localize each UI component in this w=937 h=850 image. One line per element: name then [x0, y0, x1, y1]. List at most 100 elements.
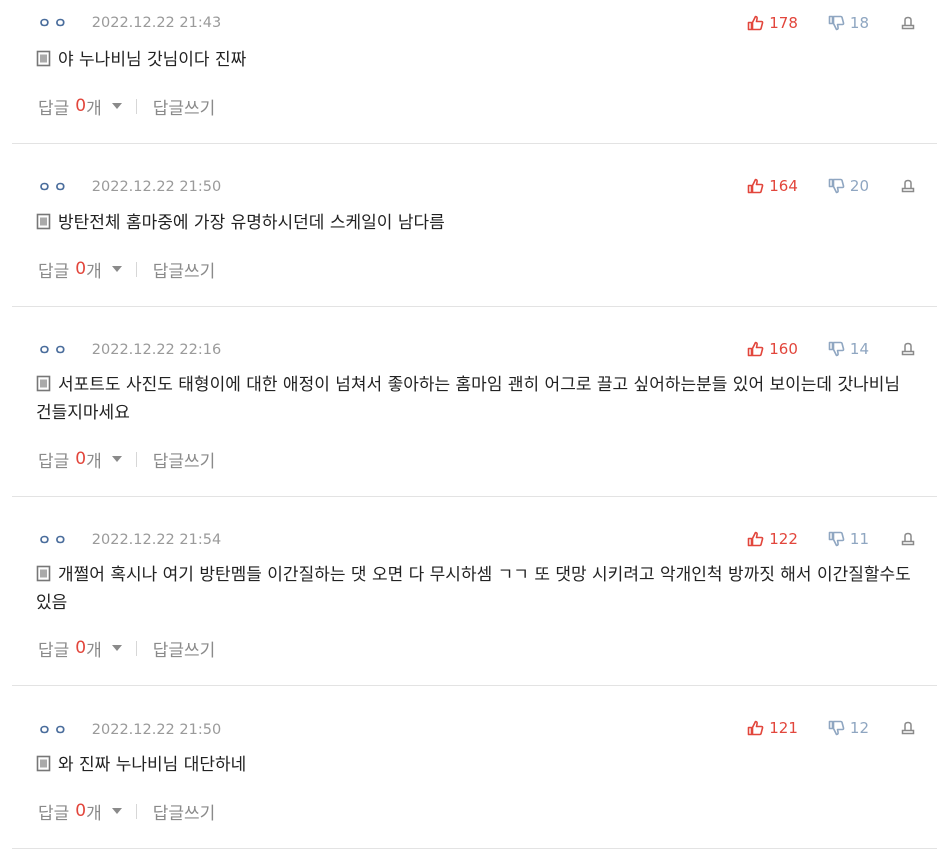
- upvote-count: 160: [769, 340, 798, 358]
- write-reply-button[interactable]: 답글쓰기: [153, 94, 216, 119]
- upvote-button[interactable]: 122: [747, 530, 798, 548]
- reply-label: 답글: [38, 803, 70, 824]
- upvote-count: 122: [769, 530, 798, 548]
- vote-group: 160 14: [747, 338, 915, 360]
- divider: [135, 98, 137, 114]
- comment-nickname[interactable]: ㅇㅇ: [38, 720, 70, 740]
- report-button[interactable]: [901, 342, 915, 356]
- thumbs-up-icon: [747, 178, 764, 194]
- upvote-button[interactable]: 121: [747, 719, 798, 737]
- comment-item: ㅇㅇ 2022.12.22 21:50 164 20 방탄전체 홈마중에 가장 …: [12, 144, 937, 307]
- comment-nickname[interactable]: ㅇㅇ: [38, 340, 70, 360]
- upvote-button[interactable]: 164: [747, 177, 798, 195]
- downvote-count: 18: [849, 14, 869, 32]
- report-button[interactable]: [901, 721, 915, 735]
- report-button[interactable]: [901, 532, 915, 546]
- comment-actions: 답글 0개 답글쓰기: [38, 447, 216, 472]
- thumbs-up-icon: [747, 720, 764, 736]
- downvote-button[interactable]: 12: [828, 719, 869, 737]
- upvote-count: 178: [769, 14, 798, 32]
- reply-toggle-button[interactable]: 답글 0개: [38, 636, 122, 661]
- downvote-button[interactable]: 11: [828, 530, 869, 548]
- report-icon: [901, 179, 915, 193]
- downvote-count: 14: [849, 340, 869, 358]
- report-icon: [901, 342, 915, 356]
- comment-meta: ㅇㅇ 2022.12.22 21:54: [38, 530, 221, 550]
- comment-text: 개쩔어 혹시나 여기 방탄멤들 이간질하는 댓 오면 다 무시하셈 ㄱㄱ 또 댓…: [36, 565, 911, 613]
- thumbs-down-icon: [828, 15, 845, 31]
- upvote-button[interactable]: 178: [747, 14, 798, 32]
- comment-body: 야 누나비님 갓님이다 진짜: [36, 46, 913, 74]
- comment-text: 서포트도 사진도 태형이에 대한 애정이 넘쳐서 좋아하는 홈마임 괜히 어그로…: [36, 375, 901, 423]
- upvote-button[interactable]: 160: [747, 340, 798, 358]
- caret-down-icon: [111, 808, 122, 814]
- reply-toggle-button[interactable]: 답글 0개: [38, 799, 122, 824]
- upvote-count: 121: [769, 719, 798, 737]
- caret-down-icon: [111, 103, 122, 109]
- comment-list: ㅇㅇ 2022.12.22 21:43 178 18 야 누나비님 갓님이다 진…: [0, 0, 937, 849]
- report-icon: [901, 532, 915, 546]
- reply-toggle-button[interactable]: 답글 0개: [38, 257, 122, 282]
- report-icon: [901, 721, 915, 735]
- comment-nickname[interactable]: ㅇㅇ: [38, 13, 70, 33]
- reply-label: 답글: [38, 451, 70, 472]
- thumbs-up-icon: [747, 341, 764, 357]
- reply-unit: 개: [86, 451, 102, 472]
- reply-label: 답글: [38, 640, 70, 661]
- comment-text: 방탄전체 홈마중에 가장 유명하시던데 스케일이 남다름: [58, 213, 445, 233]
- comment-item: ㅇㅇ 2022.12.22 21:50 121 12 와 진짜 누나비님 대단하…: [12, 686, 937, 849]
- comment-meta: ㅇㅇ 2022.12.22 21:50: [38, 177, 221, 197]
- comment-nickname[interactable]: ㅇㅇ: [38, 530, 70, 550]
- divider: [135, 261, 137, 277]
- divider: [135, 640, 137, 656]
- comment-text: 와 진짜 누나비님 대단하네: [58, 755, 247, 775]
- comment-text: 야 누나비님 갓님이다 진짜: [58, 50, 247, 70]
- comment-date: 2022.12.22 22:16: [91, 342, 222, 358]
- reply-toggle-button[interactable]: 답글 0개: [38, 94, 122, 119]
- upvote-count: 164: [769, 177, 798, 195]
- comment-nickname[interactable]: ㅇㅇ: [38, 177, 70, 197]
- comment-item: ㅇㅇ 2022.12.22 21:43 178 18 야 누나비님 갓님이다 진…: [12, 0, 937, 144]
- write-reply-button[interactable]: 답글쓰기: [153, 257, 216, 282]
- write-reply-button[interactable]: 답글쓰기: [153, 447, 216, 472]
- report-button[interactable]: [901, 179, 915, 193]
- comment-actions: 답글 0개 답글쓰기: [38, 94, 216, 119]
- comment-date: 2022.12.22 21:50: [91, 179, 222, 195]
- comment-item: ㅇㅇ 2022.12.22 22:16 160 14 서포트도 사진도 태형이에…: [12, 307, 937, 497]
- downvote-button[interactable]: 14: [828, 340, 869, 358]
- thumbs-up-icon: [747, 531, 764, 547]
- downvote-button[interactable]: 18: [828, 14, 869, 32]
- reply-count: 0: [75, 449, 87, 469]
- reply-label: 답글: [38, 261, 70, 282]
- reply-label: 답글: [38, 98, 70, 119]
- caret-down-icon: [111, 456, 122, 462]
- caret-down-icon: [111, 645, 122, 651]
- comment-body: 서포트도 사진도 태형이에 대한 애정이 넘쳐서 좋아하는 홈마임 괜히 어그로…: [36, 371, 913, 427]
- reply-count: 0: [75, 638, 87, 658]
- reply-unit: 개: [86, 261, 102, 282]
- report-button[interactable]: [901, 16, 915, 30]
- write-reply-button[interactable]: 답글쓰기: [153, 636, 216, 661]
- downvote-button[interactable]: 20: [828, 177, 869, 195]
- comment-meta: ㅇㅇ 2022.12.22 21:43: [38, 13, 221, 33]
- comment-body: 방탄전체 홈마중에 가장 유명하시던데 스케일이 남다름: [36, 209, 913, 237]
- thumbs-down-icon: [828, 720, 845, 736]
- comment-date: 2022.12.22 21:43: [91, 15, 222, 31]
- downvote-count: 12: [849, 719, 869, 737]
- comment-body: 개쩔어 혹시나 여기 방탄멤들 이간질하는 댓 오면 다 무시하셈 ㄱㄱ 또 댓…: [36, 561, 913, 617]
- comment-item: ㅇㅇ 2022.12.22 21:54 122 11 개쩔어 혹시나 여기 방탄…: [12, 497, 937, 686]
- document-icon: [36, 755, 51, 772]
- comment-actions: 답글 0개 답글쓰기: [38, 257, 216, 282]
- comment-actions: 답글 0개 답글쓰기: [38, 799, 216, 824]
- divider: [135, 451, 137, 467]
- vote-group: 121 12: [747, 717, 915, 739]
- thumbs-down-icon: [828, 178, 845, 194]
- reply-toggle-button[interactable]: 답글 0개: [38, 447, 122, 472]
- downvote-count: 11: [849, 530, 869, 548]
- vote-group: 122 11: [747, 528, 915, 550]
- write-reply-button[interactable]: 답글쓰기: [153, 799, 216, 824]
- document-icon: [36, 375, 51, 392]
- reply-unit: 개: [86, 803, 102, 824]
- reply-count: 0: [75, 259, 87, 279]
- vote-group: 164 20: [747, 175, 915, 197]
